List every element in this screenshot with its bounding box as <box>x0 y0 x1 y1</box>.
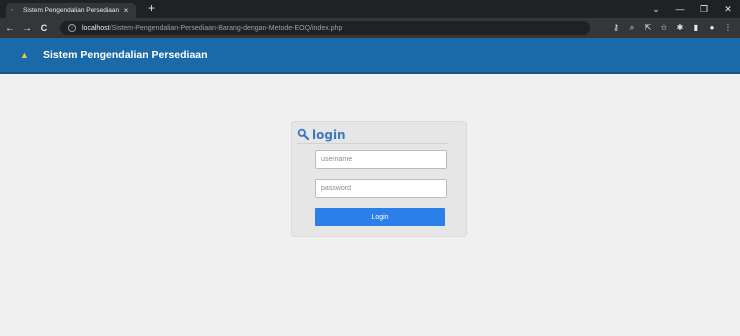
login-button[interactable]: Login <box>315 208 445 226</box>
extensions-icon[interactable]: ✱ <box>672 21 688 35</box>
globe-icon: ◦ <box>11 6 14 14</box>
info-icon[interactable]: i <box>68 24 76 32</box>
tab-search-icon[interactable]: ⌄ <box>644 4 668 15</box>
star-icon[interactable]: ☆ <box>656 21 672 35</box>
address-bar[interactable]: i localhost /Sistem-Pengendalian-Persedi… <box>60 21 590 35</box>
key-icon[interactable]: ⚷ <box>608 21 624 35</box>
url-host: localhost <box>82 24 110 32</box>
share-icon[interactable]: ⇱ <box>640 21 656 35</box>
app-logo-icon: ▲ <box>20 49 29 60</box>
forward-icon[interactable]: → <box>20 23 34 34</box>
menu-icon[interactable]: ⋮ <box>720 21 736 35</box>
reload-icon[interactable]: C <box>37 23 51 33</box>
new-tab-button[interactable]: + <box>148 1 155 15</box>
password-input[interactable] <box>315 179 447 198</box>
login-title: login <box>312 128 346 142</box>
close-window-icon[interactable]: ✕ <box>716 4 740 15</box>
toolbar-icons: ⚷ ⌕ ⇱ ☆ ✱ ▮ ● ⋮ <box>608 21 736 35</box>
restore-icon[interactable]: ❐ <box>692 4 716 15</box>
window-controls: ⌄ — ❐ ✕ <box>644 0 740 18</box>
url-path: /Sistem-Pengendalian-Persediaan-Barang-d… <box>109 24 343 32</box>
app-header: ▲ Sistem Pengendalian Persediaan <box>0 38 740 74</box>
tab-close-icon[interactable]: × <box>121 6 131 15</box>
browser-tab[interactable]: ◦ Sistem Pengendalian Persediaan × <box>6 3 136 18</box>
back-icon[interactable]: ← <box>3 23 17 34</box>
minimize-icon[interactable]: — <box>668 4 692 14</box>
login-heading: login <box>297 127 449 144</box>
sidepanel-icon[interactable]: ▮ <box>688 21 704 35</box>
tab-title: Sistem Pengendalian Persediaan <box>23 7 120 14</box>
profile-icon[interactable]: ● <box>704 21 720 35</box>
app-title[interactable]: Sistem Pengendalian Persediaan <box>43 49 208 61</box>
username-input[interactable] <box>315 150 447 169</box>
browser-tabstrip: ◦ Sistem Pengendalian Persediaan × + ⌄ —… <box>0 0 740 18</box>
browser-toolbar: ← → C i localhost /Sistem-Pengendalian-P… <box>0 18 740 38</box>
zoom-icon[interactable]: ⌕ <box>624 21 640 35</box>
login-panel: login Login <box>291 121 467 237</box>
search-icon <box>297 128 310 142</box>
magnifier-svg <box>297 128 310 141</box>
